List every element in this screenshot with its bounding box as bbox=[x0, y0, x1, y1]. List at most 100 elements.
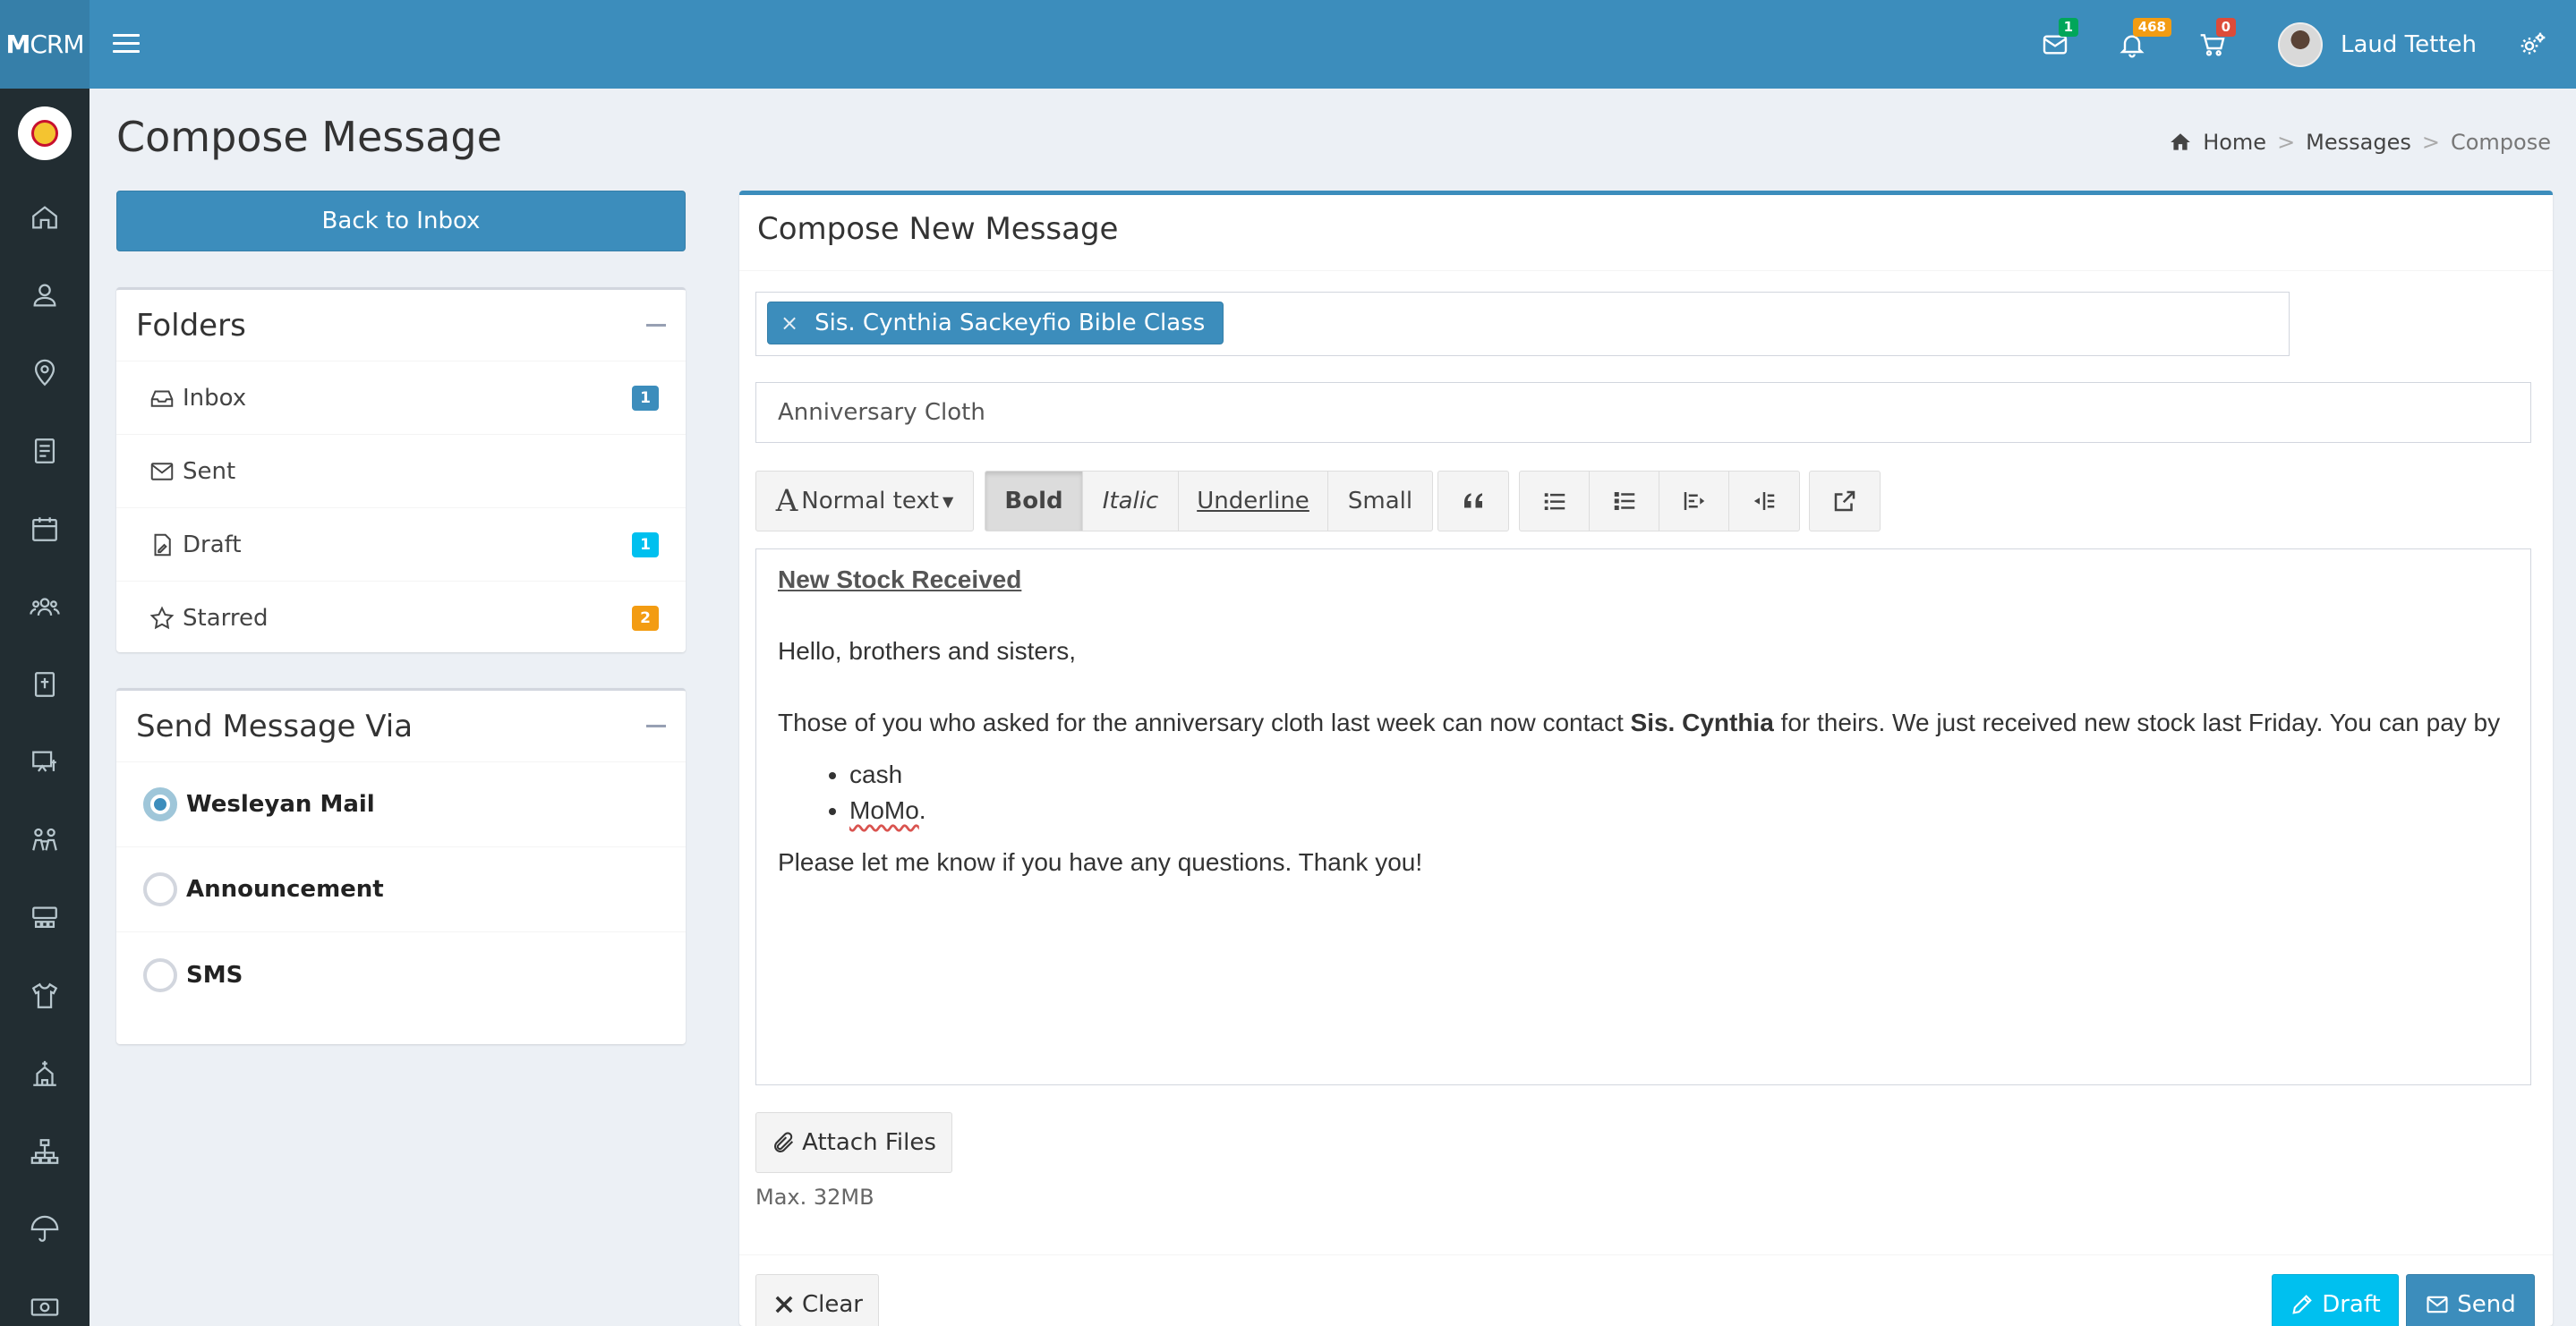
radio-unchecked[interactable] bbox=[143, 957, 177, 992]
sidebar-item-calendar[interactable] bbox=[0, 502, 90, 556]
map-pin-icon bbox=[34, 359, 55, 387]
draft-button[interactable]: Draft bbox=[2272, 1274, 2399, 1326]
sidebar-item-welfare[interactable] bbox=[0, 1203, 90, 1256]
compose-box: Compose New Message × Sis. Cynthia Sacke… bbox=[739, 191, 2553, 1326]
page-title: Compose Message bbox=[116, 113, 502, 161]
send-via-announcement[interactable]: Announcement bbox=[116, 847, 686, 932]
sidebar-item-apparel[interactable] bbox=[0, 969, 90, 1023]
italic-button[interactable]: Italic bbox=[1082, 471, 1179, 531]
sidebar-item-members[interactable] bbox=[0, 813, 90, 867]
collapse-icon[interactable] bbox=[646, 324, 666, 327]
radio-unchecked[interactable] bbox=[143, 872, 177, 906]
bold-button[interactable]: Bold bbox=[985, 471, 1083, 531]
breadcrumb-current: Compose bbox=[2450, 130, 2551, 155]
outdent-icon bbox=[1684, 492, 1704, 510]
quote-icon bbox=[1464, 493, 1482, 508]
recipients-field[interactable]: × Sis. Cynthia Sackeyfio Bible Class bbox=[755, 292, 2290, 356]
ordered-list-button[interactable] bbox=[1589, 471, 1659, 531]
radio-label: SMS bbox=[186, 961, 243, 989]
draft-label: Draft bbox=[2322, 1291, 2381, 1318]
folder-inbox[interactable]: Inbox 1 bbox=[116, 361, 686, 435]
logo-text: CRM bbox=[30, 30, 84, 59]
sidebar-item-bible[interactable] bbox=[0, 658, 90, 711]
group-icon bbox=[30, 598, 60, 616]
message-paragraph-end: for theirs. We just received new stock l… bbox=[1773, 709, 2501, 736]
small-button[interactable]: Small bbox=[1327, 471, 1433, 531]
collapse-icon[interactable] bbox=[646, 725, 666, 727]
subject-input[interactable]: Anniversary Cloth bbox=[755, 382, 2531, 443]
clear-button[interactable]: Clear bbox=[755, 1274, 879, 1326]
indent-icon bbox=[1753, 492, 1775, 510]
insert-link-button[interactable] bbox=[1809, 471, 1881, 531]
blockquote-button[interactable] bbox=[1437, 471, 1509, 531]
folder-sent[interactable]: Sent bbox=[116, 435, 686, 508]
sidebar-item-locations[interactable] bbox=[0, 346, 90, 400]
sidebar-item-groups[interactable] bbox=[0, 580, 90, 633]
message-greeting: Hello, brothers and sisters, bbox=[778, 637, 1077, 665]
notifications-menu[interactable]: 468 bbox=[2112, 18, 2171, 64]
home-icon bbox=[32, 206, 57, 229]
logo-bold-text: M bbox=[5, 30, 30, 59]
book-icon bbox=[34, 438, 55, 463]
outdent-button[interactable] bbox=[1659, 471, 1729, 531]
sidebar-item-presentations[interactable] bbox=[0, 735, 90, 789]
user-name: Laud Tetteh bbox=[2341, 31, 2477, 58]
list-ol-icon bbox=[1614, 492, 1634, 510]
pencil-icon bbox=[2292, 1295, 2313, 1314]
folder-draft[interactable]: Draft 1 bbox=[116, 508, 686, 582]
send-button[interactable]: Send bbox=[2406, 1274, 2535, 1326]
message-body-editor[interactable]: New Stock Received Hello, brothers and s… bbox=[755, 548, 2531, 1085]
sitemap-icon bbox=[30, 1139, 59, 1164]
underline-button[interactable]: Underline bbox=[1178, 471, 1328, 531]
seats-icon bbox=[32, 906, 57, 929]
notification-count-badge: 468 bbox=[2132, 18, 2171, 37]
text-style-dropdown[interactable]: A Normal text ▼ bbox=[755, 471, 974, 531]
clear-label: Clear bbox=[802, 1291, 863, 1318]
shirt-icon bbox=[31, 982, 58, 1008]
folders-header: Folders bbox=[116, 290, 686, 361]
radio-checked[interactable] bbox=[143, 787, 177, 821]
gears-icon bbox=[2521, 32, 2546, 55]
avatar bbox=[2278, 22, 2323, 67]
sidebar-item-structure[interactable] bbox=[0, 1125, 90, 1178]
menu-toggle-icon[interactable] bbox=[113, 27, 140, 59]
send-via-wesleyan-mail[interactable]: Wesleyan Mail bbox=[116, 762, 686, 847]
star-icon bbox=[149, 606, 175, 630]
sidebar-item-church[interactable] bbox=[0, 1047, 90, 1101]
message-paragraph-bold: Sis. Cynthia bbox=[1630, 709, 1774, 736]
folders-box: Folders Inbox 1 Sent Draft 1 Starred 2 bbox=[116, 287, 686, 652]
money-icon bbox=[30, 1298, 59, 1316]
settings-button[interactable] bbox=[2513, 25, 2553, 64]
file-icon bbox=[154, 533, 171, 556]
list-item: cash bbox=[849, 757, 2509, 793]
remove-recipient-icon[interactable]: × bbox=[780, 310, 798, 336]
inbox-icon bbox=[150, 390, 174, 407]
attach-files-button[interactable]: Attach Files bbox=[755, 1112, 952, 1173]
breadcrumb: Home > Messages > Compose bbox=[2169, 130, 2551, 155]
breadcrumb-home[interactable]: Home bbox=[2203, 130, 2266, 155]
unordered-list-button[interactable] bbox=[1519, 471, 1590, 531]
sidebar-item-home[interactable] bbox=[0, 191, 90, 244]
folder-starred[interactable]: Starred 2 bbox=[116, 582, 686, 655]
breadcrumb-separator: > bbox=[2277, 130, 2296, 155]
home-icon bbox=[2171, 133, 2191, 150]
radio-label: Wesleyan Mail bbox=[186, 791, 375, 818]
sidebar-item-records[interactable] bbox=[0, 424, 90, 478]
church-logo[interactable] bbox=[18, 106, 72, 160]
messages-menu[interactable]: 1 bbox=[2035, 18, 2078, 64]
presentation-icon bbox=[32, 751, 56, 772]
sidebar-item-profile[interactable] bbox=[0, 268, 90, 322]
send-via-box: Send Message Via Wesleyan Mail Announcem… bbox=[116, 688, 686, 1044]
app-logo[interactable]: M CRM bbox=[0, 0, 90, 89]
send-via-sms[interactable]: SMS bbox=[116, 932, 686, 1017]
user-menu[interactable]: Laud Tetteh bbox=[2278, 20, 2477, 70]
cart-menu[interactable]: 0 bbox=[2193, 18, 2236, 64]
sidebar-item-seating[interactable] bbox=[0, 891, 90, 945]
recipient-tag-label: Sis. Cynthia Sackeyfio Bible Class bbox=[815, 310, 1206, 336]
message-paragraph-start: Those of you who asked for the anniversa… bbox=[778, 709, 1631, 736]
close-icon bbox=[775, 1296, 793, 1313]
back-to-inbox-button[interactable]: Back to Inbox bbox=[116, 191, 686, 251]
sidebar-item-finance[interactable] bbox=[0, 1280, 90, 1326]
indent-button[interactable] bbox=[1728, 471, 1800, 531]
breadcrumb-messages[interactable]: Messages bbox=[2306, 130, 2411, 155]
